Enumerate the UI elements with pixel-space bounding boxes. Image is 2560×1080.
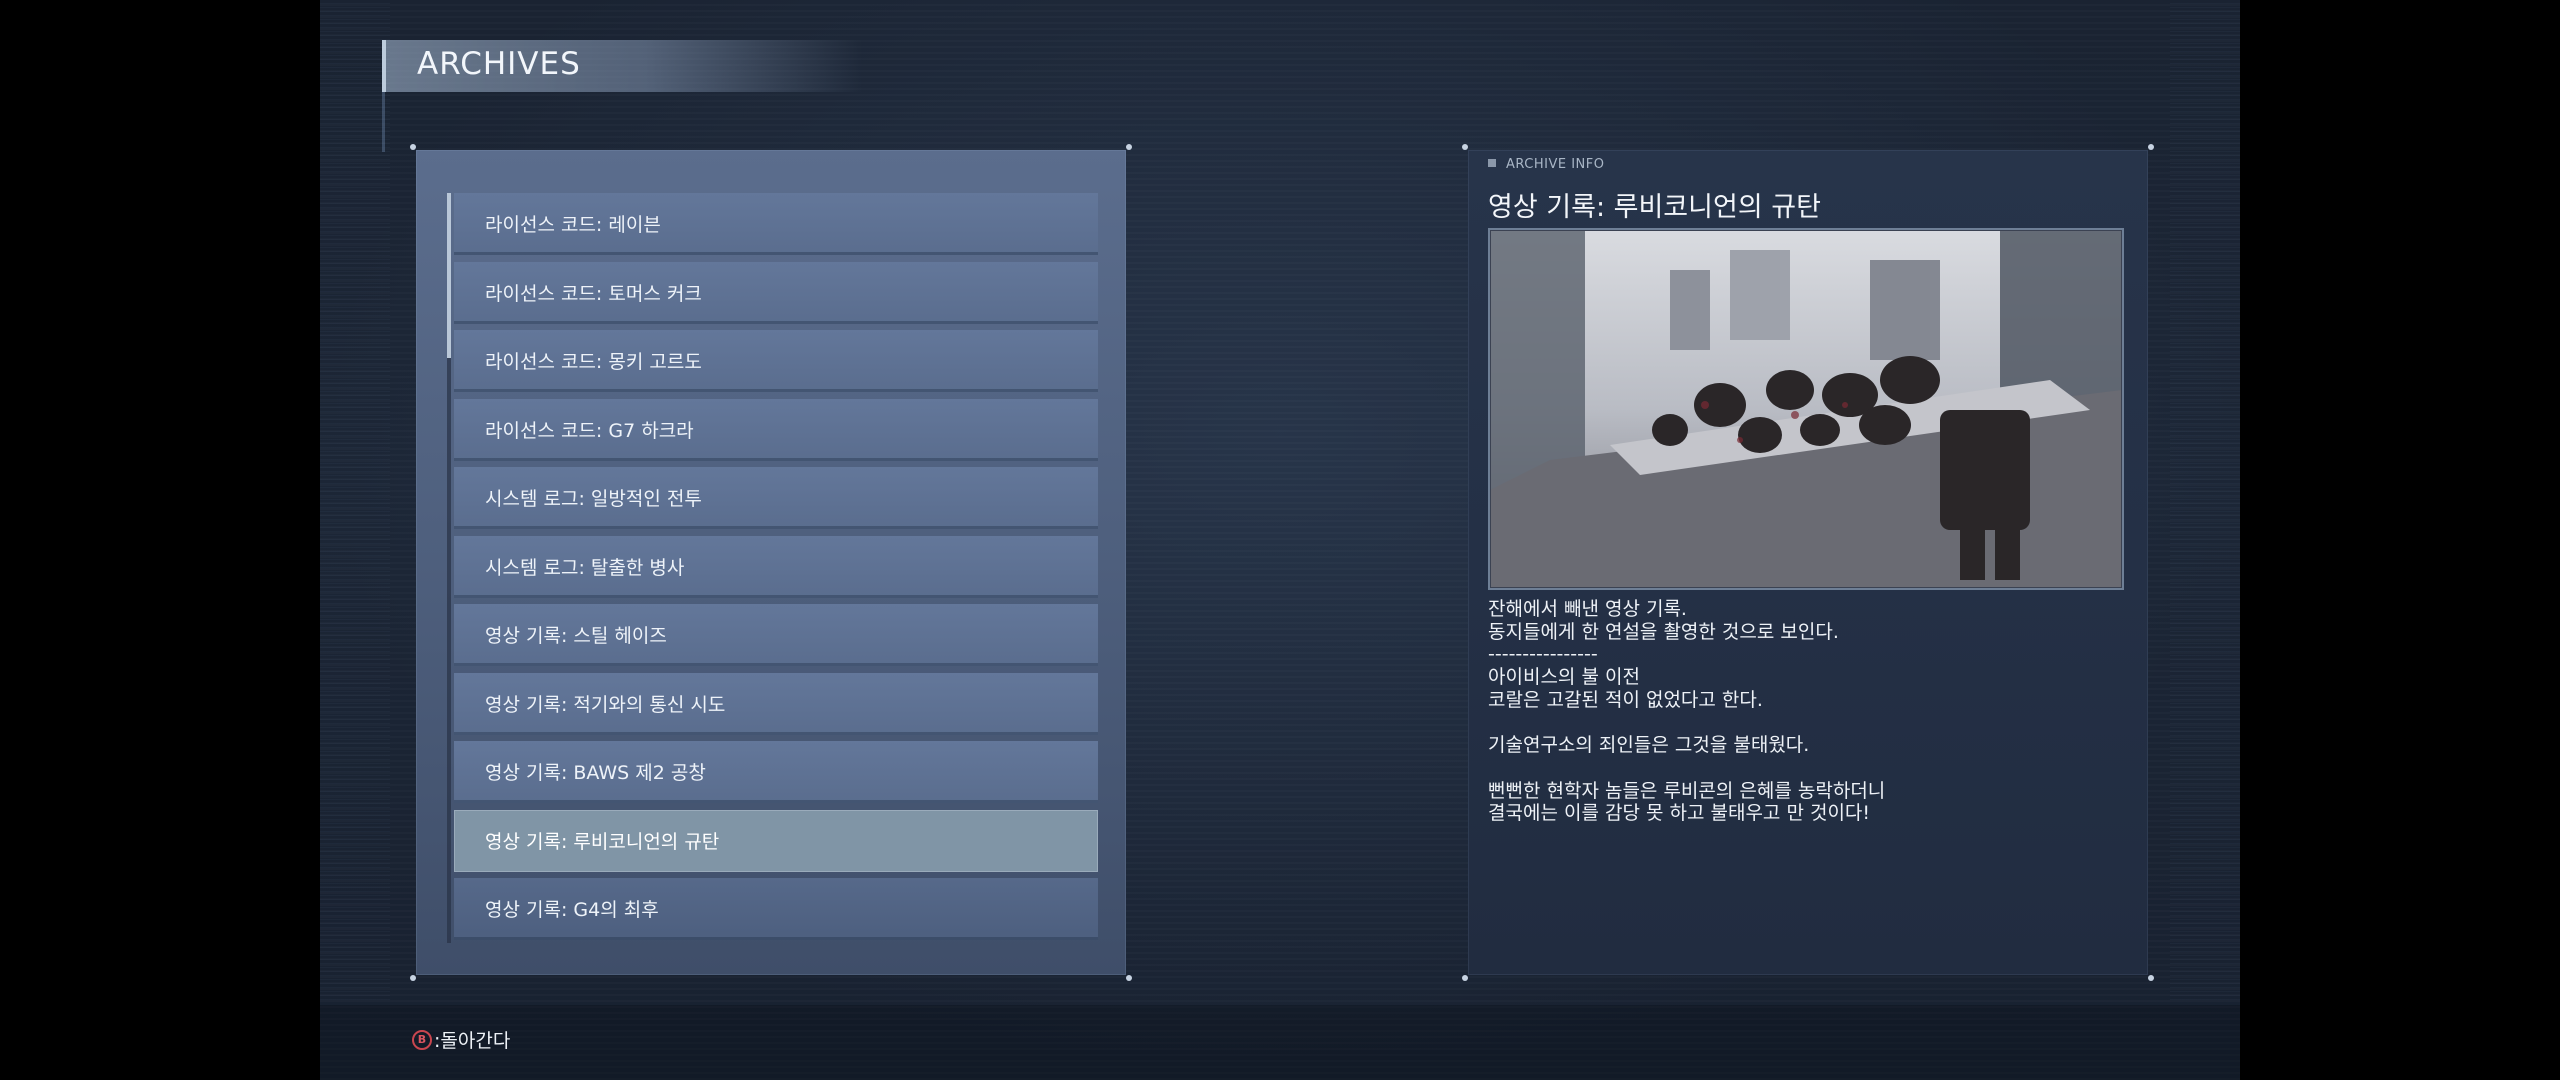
archive-list-panel: 라이선스 코드: 레이븐 라이선스 코드: 토머스 커크 라이선스 코드: 몽키…	[410, 144, 1132, 981]
corner-marker	[1462, 144, 1468, 150]
list-item-selected[interactable]: 영상 기록: 루비코니언의 규탄	[454, 809, 1098, 872]
list-item-label: 영상 기록: 루비코니언의 규탄	[485, 830, 720, 853]
list-item[interactable]: 영상 기록: G4의 최후	[454, 878, 1098, 940]
list-item[interactable]: 라이선스 코드: 토머스 커크	[454, 261, 1098, 324]
archive-info-label: ARCHIVE INFO	[1488, 157, 1604, 172]
corner-marker	[410, 975, 416, 981]
list-item[interactable]: 라이선스 코드: 몽키 고르도	[454, 330, 1098, 392]
list-item[interactable]: 시스템 로그: 탈출한 병사	[454, 535, 1098, 598]
archive-list: 라이선스 코드: 레이븐 라이선스 코드: 토머스 커크 라이선스 코드: 몽키…	[454, 193, 1098, 947]
archives-screen: ARCHIVES 라이선스 코드: 레이븐 라이선스 코드: 토머스 커크 라이…	[320, 0, 2240, 1080]
b-button-icon: B	[412, 1029, 432, 1050]
list-item-label: 영상 기록: 적기와의 통신 시도	[485, 693, 726, 716]
list-item[interactable]: 영상 기록: 스틸 헤이즈	[454, 604, 1098, 666]
corner-marker	[1462, 975, 1468, 981]
decorative-noise-right	[2170, 0, 2240, 1000]
list-item-label: 영상 기록: 스틸 헤이즈	[485, 625, 667, 647]
list-item[interactable]: 시스템 로그: 일방적인 전투	[454, 467, 1098, 529]
list-item-label: 영상 기록: G4의 최후	[485, 899, 659, 921]
list-scrollbar-thumb[interactable]	[447, 193, 451, 358]
corner-marker	[410, 144, 416, 150]
archive-title: 영상 기록: 루비코니언의 규탄	[1488, 192, 1821, 223]
list-item-label: 라이선스 코드: 레이븐	[485, 214, 661, 236]
frame-line	[382, 92, 385, 152]
corner-marker	[1126, 144, 1132, 150]
corner-marker	[2148, 975, 2154, 981]
list-item-label: 영상 기록: BAWS 제2 공창	[485, 762, 706, 784]
header-accent	[382, 40, 386, 92]
decorative-noise-left	[320, 0, 390, 1000]
list-item[interactable]: 영상 기록: 적기와의 통신 시도	[454, 672, 1098, 735]
header-bar: ARCHIVES	[382, 40, 862, 92]
archive-video-still	[1488, 228, 2124, 590]
list-item-label: 라이선스 코드: G7 하크라	[485, 419, 694, 442]
footer-bar	[320, 1005, 2240, 1080]
video-still-image	[1490, 230, 2122, 588]
list-item-label: 시스템 로그: 일방적인 전투	[485, 488, 702, 510]
corner-marker	[1126, 975, 1132, 981]
list-item-label: 라이선스 코드: 몽키 고르도	[485, 351, 702, 373]
corner-marker	[2148, 144, 2154, 150]
back-label: :돌아간다	[434, 1030, 511, 1052]
list-item[interactable]: 라이선스 코드: 레이븐	[454, 193, 1098, 255]
list-item[interactable]: 라이선스 코드: G7 하크라	[454, 398, 1098, 461]
archive-description: 잔해에서 빼낸 영상 기록. 동지들에게 한 연설을 촬영한 것으로 보인다. …	[1488, 598, 1886, 825]
list-item-label: 라이선스 코드: 토머스 커크	[485, 282, 702, 305]
back-button[interactable]: B :돌아간다	[412, 1026, 510, 1053]
archive-info-label-text: ARCHIVE INFO	[1506, 157, 1605, 172]
list-item[interactable]: 영상 기록: BAWS 제2 공창	[454, 741, 1098, 803]
list-item-label: 시스템 로그: 탈출한 병사	[485, 556, 685, 579]
square-icon	[1488, 159, 1496, 167]
page-title: ARCHIVES	[417, 46, 581, 82]
